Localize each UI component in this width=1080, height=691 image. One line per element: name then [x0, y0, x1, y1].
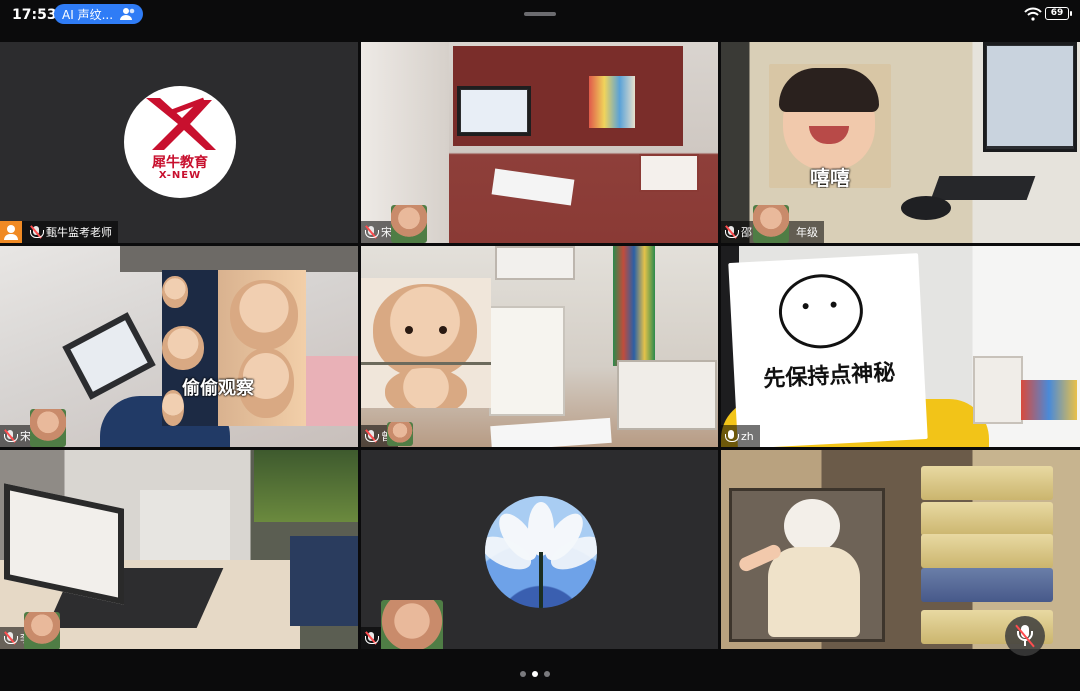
sticker-bear — [361, 278, 491, 408]
status-bar: 17:53 AI 声纹... 69 — [0, 0, 1080, 36]
brand-name-en: X-NEW — [158, 170, 202, 181]
sticker-kid-text: 嘻嘻 — [810, 166, 850, 188]
brand-name-cn: 犀牛教育 — [152, 155, 208, 171]
mic-muted-icon — [30, 225, 44, 239]
ai-pill-label: AI 声纹... — [62, 7, 114, 22]
mic-muted-icon — [725, 225, 739, 239]
page-dot-active[interactable] — [532, 671, 538, 677]
sticker-peek-text: 偷偷观察 — [182, 378, 254, 399]
participant-avatar — [381, 600, 443, 649]
participant-name-suffix: 年级 — [796, 226, 818, 239]
host-avatar: 犀牛教育 X-NEW — [124, 86, 236, 198]
participant-avatar — [24, 612, 60, 649]
mic-muted-icon — [4, 429, 18, 443]
video-tile[interactable]: 偷偷观察 宋 — [0, 246, 358, 447]
participant-name: 甄牛监考老师 — [46, 226, 112, 239]
mic-muted-icon — [365, 429, 379, 443]
video-tile[interactable]: 嘻嘻 邵 年级 — [721, 42, 1080, 243]
host-badge-icon — [0, 221, 22, 243]
sticker-peek: 偷偷观察 — [162, 270, 306, 426]
page-dot[interactable] — [520, 671, 526, 677]
participant-avatar — [387, 422, 413, 446]
video-tile[interactable]: 曾 — [361, 246, 718, 447]
participant-avatar — [753, 205, 789, 243]
video-tile-host[interactable]: 犀牛教育 X-NEW 甄牛监考老师 — [0, 42, 358, 243]
participant-profile-photo — [485, 496, 597, 608]
video-tile[interactable]: 李 — [0, 450, 358, 649]
video-tile[interactable] — [361, 450, 718, 649]
mute-toggle-button[interactable] — [1005, 616, 1045, 656]
participant-label: zh — [721, 425, 760, 447]
video-grid: 犀牛教育 X-NEW 甄牛监考老师 宋 嘻嘻 邵 年级 偷偷观察 宋 先保持点神… — [0, 42, 1080, 649]
video-tile[interactable]: 先保持点神秘 zh — [721, 246, 1080, 447]
participant-avatar — [30, 409, 66, 447]
wifi-icon — [1024, 6, 1042, 21]
xnew-logo-icon — [146, 97, 216, 150]
participant-avatar — [391, 205, 427, 243]
baby-photo — [729, 488, 885, 642]
video-tile[interactable]: 宋 — [361, 42, 718, 243]
clock: 17:53 — [12, 7, 57, 23]
participant-name: zh — [741, 429, 754, 443]
page-indicator[interactable] — [520, 671, 550, 677]
participant-label: 甄牛监考老师 — [0, 221, 118, 243]
mic-muted-icon — [4, 631, 18, 645]
sticker-kid-smile: 嘻嘻 — [769, 64, 891, 188]
ai-voiceprint-pill[interactable]: AI 声纹... — [54, 4, 144, 24]
participant-name: 邵 — [741, 226, 752, 239]
battery-indicator: 69 — [1045, 7, 1072, 20]
sticker-secret: 先保持点神秘 — [728, 253, 928, 447]
user-group-icon — [119, 7, 137, 21]
mic-on-icon — [725, 429, 739, 443]
drag-handle[interactable] — [524, 12, 556, 16]
mic-muted-icon — [365, 631, 379, 645]
mic-muted-icon — [365, 225, 379, 239]
sticker-secret-text: 先保持点神秘 — [762, 360, 896, 393]
page-dot[interactable] — [544, 671, 550, 677]
